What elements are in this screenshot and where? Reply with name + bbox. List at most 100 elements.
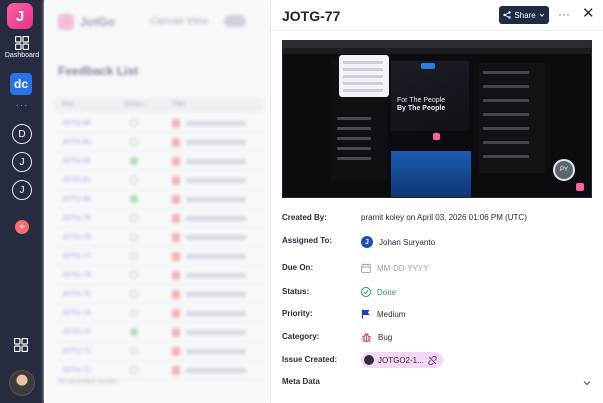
row-key: JOTG-80 [62, 196, 91, 203]
row-key: JOTG-84 [62, 120, 91, 127]
row-status-icon [130, 309, 138, 317]
screenshot-popup-menu [339, 55, 389, 97]
row-title-placeholder [186, 121, 246, 126]
row-title-placeholder [186, 254, 246, 259]
screenshot-marker [433, 133, 440, 140]
screenshot-headline-2: By The People [397, 105, 446, 112]
priority-field[interactable]: Medium [361, 309, 405, 319]
col-title: Title [172, 101, 185, 108]
linked-issue-key: JOTGO2-1... [378, 355, 424, 365]
more-projects-dots[interactable]: ··· [0, 100, 44, 111]
screenshot-address-bar [283, 48, 591, 54]
table-row[interactable]: JOTG-84 [54, 114, 264, 133]
app-rail: J Dashboard dc ··· D J J + [0, 0, 44, 403]
share-icon [503, 11, 512, 19]
bug-icon [361, 332, 372, 343]
category-label: Category: [282, 332, 320, 341]
table-row[interactable]: JOTG-76 [54, 266, 264, 285]
project-j-icon[interactable]: J [12, 152, 32, 172]
row-status-icon [130, 366, 138, 374]
chevron-down-icon [539, 13, 545, 17]
close-button[interactable]: ✕ [582, 6, 595, 22]
project-d-icon[interactable]: D [12, 124, 32, 144]
created-by-value: pramit koley on April 03, 2026 01:06 PM … [361, 213, 527, 222]
table-row[interactable]: JOTG-83 [54, 133, 264, 152]
issue-title: JOTG-77 [282, 8, 341, 24]
row-type-icon [172, 271, 180, 280]
meta-data-section[interactable]: Meta Data [282, 377, 594, 395]
table-footer: 84 recorded issues [58, 378, 118, 385]
row-title-placeholder [186, 159, 246, 164]
row-key: JOTG-74 [62, 310, 91, 317]
table-row[interactable]: JOTG-75 [54, 285, 264, 304]
table-row[interactable]: JOTG-80 [54, 190, 264, 209]
row-type-icon [172, 195, 180, 204]
add-project-button[interactable]: + [15, 220, 29, 234]
issue-detail-panel: JOTG-77 Share ··· ✕ For The People By Th… [270, 0, 603, 403]
row-key: JOTG-81 [62, 177, 91, 184]
row-title-placeholder [186, 330, 246, 335]
due-on-label: Due On: [282, 263, 314, 272]
unlink-icon[interactable] [428, 355, 437, 365]
apps-grid-icon[interactable] [14, 338, 28, 352]
dashboard-nav-item[interactable]: Dashboard [0, 36, 44, 59]
table-row[interactable]: JOTG-77 [54, 247, 264, 266]
created-by-row: Created By: pramit koley on April 03, 20… [282, 209, 594, 227]
issue-screenshot[interactable]: For The People By The People PY [282, 40, 592, 198]
row-key: JOTG-76 [62, 272, 91, 279]
row-title-placeholder [186, 292, 246, 297]
more-options-button[interactable]: ··· [558, 7, 570, 21]
share-button[interactable]: Share [499, 6, 549, 24]
active-project-icon[interactable]: dc [10, 73, 32, 95]
table-row[interactable]: JOTG-78 [54, 228, 264, 247]
table-row[interactable]: JOTG-79 [54, 209, 264, 228]
assigned-to-label: Assigned To: [282, 236, 333, 245]
category-row: Category: Bug [282, 328, 594, 346]
row-title-placeholder [186, 140, 246, 145]
header-divider [271, 30, 603, 31]
status-row: Status: Done [282, 283, 594, 301]
jotgo-logo-icon [58, 14, 74, 30]
due-date-field[interactable]: MM-DD-YYYY [361, 263, 429, 273]
issue-created-row: Issue Created: JOTGO2-1... [282, 351, 594, 369]
screenshot-headline-1: For The People [397, 97, 446, 104]
row-status-icon [130, 328, 138, 336]
due-date-placeholder: MM-DD-YYYY [377, 263, 429, 273]
row-type-icon [172, 138, 180, 147]
dashboard-label: Dashboard [4, 52, 40, 59]
row-type-icon [172, 157, 180, 166]
row-title-placeholder [186, 235, 246, 240]
app-logo[interactable]: J [7, 3, 33, 29]
table-row[interactable]: JOTG-82 [54, 152, 264, 171]
table-row[interactable]: JOTG-81 [54, 171, 264, 190]
chevron-down-icon [583, 381, 591, 386]
screenshot-hero [391, 61, 469, 131]
category-field[interactable]: Bug [361, 332, 392, 343]
row-status-icon [130, 119, 138, 127]
assignee-field[interactable]: J Johan Suryanto [361, 236, 435, 248]
row-type-icon [172, 252, 180, 261]
screenshot-right-column [479, 63, 545, 173]
project-j2-icon[interactable]: J [12, 180, 32, 200]
flag-icon [361, 309, 370, 319]
row-key: JOTG-78 [62, 234, 91, 241]
issue-created-label: Issue Created: [282, 355, 338, 364]
table-row[interactable]: JOTG-73 [54, 323, 264, 342]
linked-issue-chip[interactable]: JOTGO2-1... [361, 352, 443, 368]
canvas-view-toggle[interactable] [224, 15, 246, 27]
dashboard-grid-icon [15, 36, 29, 50]
table-row[interactable]: JOTG-74 [54, 304, 264, 323]
table-row[interactable]: JOTG-72 [54, 342, 264, 361]
col-status: Status [124, 101, 144, 108]
row-status-icon [130, 157, 138, 165]
check-circle-icon [361, 287, 371, 297]
row-status-icon [130, 138, 138, 146]
screenshot-video-card [391, 151, 471, 197]
row-title-placeholder [186, 273, 246, 278]
row-type-icon [172, 347, 180, 356]
user-avatar[interactable] [9, 370, 35, 396]
row-type-icon [172, 309, 180, 318]
status-field[interactable]: Done [361, 287, 396, 297]
meta-data-label: Meta Data [282, 377, 320, 386]
row-key: JOTG-72 [62, 348, 91, 355]
